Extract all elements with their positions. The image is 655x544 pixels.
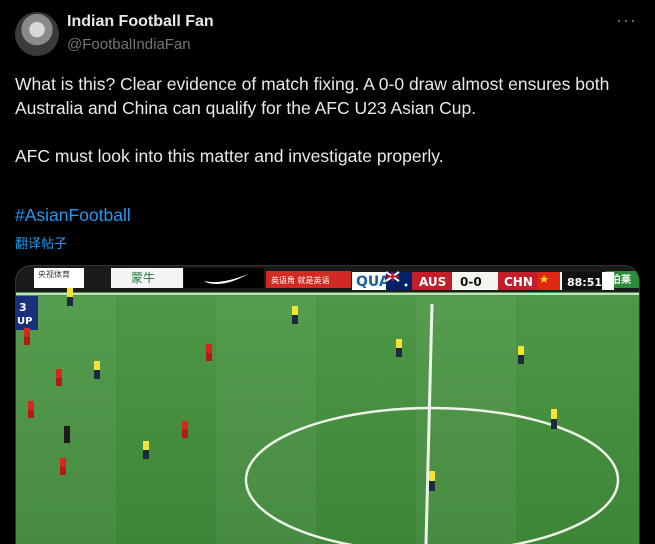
hashtag-link[interactable]: #AsianFootball — [15, 205, 131, 226]
ad-board-2-text: 蒙牛 — [131, 270, 155, 285]
tweet-paragraph-2: AFC must look into this matter and inves… — [15, 146, 444, 166]
near-touchline — [16, 293, 639, 295]
player-aus — [551, 409, 557, 429]
match-clock: 88:51 — [567, 276, 602, 289]
mow-stripes — [16, 296, 516, 544]
score-text: 0-0 — [460, 275, 482, 289]
tweet-paragraph-1: What is this? Clear evidence of match fi… — [15, 74, 610, 118]
player-aus — [518, 346, 524, 364]
player-aus — [67, 288, 73, 306]
player-aus — [396, 339, 402, 357]
ad-board-4-text: 英语角 就是英语 — [271, 275, 330, 285]
player-aus — [292, 306, 298, 324]
player-chn — [28, 401, 34, 418]
author-name[interactable]: Indian Football Fan — [67, 13, 214, 31]
player-chn — [24, 328, 30, 345]
scoreboard-qualifier: QUA — [356, 274, 390, 290]
more-horizontal-icon[interactable]: ··· — [616, 10, 637, 31]
tweet-body: What is this? Clear evidence of match fi… — [15, 72, 640, 168]
player-chn — [206, 344, 212, 361]
match-broadcast-frame: 央视体育 蒙牛 英语角 就是英语 伯莱 3 UP QUA AUS 0-0 CHN — [16, 266, 639, 544]
translate-post-link[interactable]: 翻译帖子 — [15, 233, 67, 252]
player-aus — [429, 471, 435, 491]
player-chn — [60, 458, 66, 475]
tournament-tag-top: 3 — [19, 301, 27, 314]
ad-board-3 — [184, 268, 264, 288]
australia-flag-icon — [385, 271, 412, 290]
home-team-name: AUS — [419, 275, 446, 289]
player-chn — [56, 369, 62, 386]
ad-board-1-text: 央视体育 — [38, 269, 70, 279]
away-team-name: CHN — [504, 275, 533, 289]
author-handle[interactable]: @FootbalIndiaFan — [67, 36, 191, 53]
author-avatar[interactable] — [15, 12, 59, 56]
tournament-tag-bottom: UP — [17, 316, 32, 327]
china-flag-icon — [538, 272, 560, 290]
tweet-media[interactable]: 央视体育 蒙牛 英语角 就是英语 伯莱 3 UP QUA AUS 0-0 CHN — [15, 265, 640, 544]
player-referee — [64, 426, 70, 443]
player-chn — [182, 421, 188, 438]
player-aus — [94, 361, 100, 379]
player-aus — [143, 441, 149, 459]
